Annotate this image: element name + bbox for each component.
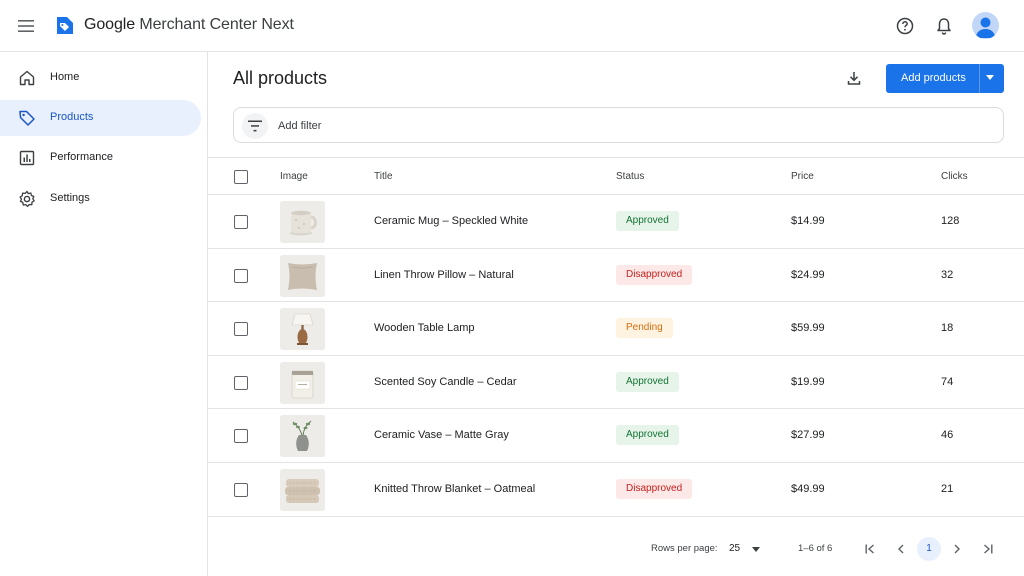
pagination-range: 1–6 of 6 [798,543,833,554]
product-price: $19.99 [791,375,825,388]
filter-icon[interactable] [242,113,268,139]
chevron-down-icon [752,547,760,552]
table-row[interactable]: Ceramic Mug – Speckled White Approved $1… [208,195,1024,249]
products-table: Image Title Status Price Clicks Ceramic … [208,157,1024,517]
status-badge: Approved [616,211,679,231]
sidebar-item-label: Settings [50,192,90,204]
product-image-blanket[interactable] [280,468,325,511]
product-clicks: 21 [941,482,954,495]
pagination-footer: Rows per page: 25 1–6 of 6 1 [208,526,1024,576]
product-price: $49.99 [791,482,825,495]
help-icon[interactable] [893,14,917,38]
product-title[interactable]: Scented Soy Candle – Cedar [374,376,516,388]
product-clicks: 32 [941,268,954,281]
rows-per-page-value: 25 [729,543,741,554]
product-price: $24.99 [791,268,825,281]
sidebar-item-products[interactable]: Products [0,100,201,136]
home-icon [17,68,37,88]
product-price: $14.99 [791,215,825,227]
gear-icon [17,189,37,209]
product-title[interactable]: Knitted Throw Blanket – Oatmeal [374,483,535,495]
last-page-icon[interactable] [977,538,999,560]
add-products-label: Add products [901,72,966,84]
page-title: All products [233,68,328,88]
tag-icon [17,108,37,128]
row-checkbox[interactable] [234,322,248,337]
rows-per-page-select[interactable]: 25 [729,540,769,558]
product-image-mug[interactable] [280,201,325,243]
status-badge: Disapproved [616,478,693,499]
status-badge: Disapproved [616,264,693,285]
chevron-down-icon[interactable] [986,75,994,80]
product-title[interactable]: Ceramic Mug – Speckled White [374,215,528,227]
row-checkbox[interactable] [234,215,248,229]
table-row[interactable]: Wooden Table Lamp Pending $59.99 18 [208,302,1024,356]
table-row[interactable]: Scented Soy Candle – Cedar Approved $19.… [208,356,1024,410]
column-header-status[interactable]: Status [616,171,644,182]
status-badge: Approved [616,371,679,392]
sidebar-item-performance[interactable]: Performance [0,140,201,176]
product-image-pillow[interactable] [280,254,325,297]
select-all-checkbox[interactable] [234,170,248,184]
column-header-image[interactable]: Image [280,171,308,182]
download-icon[interactable] [842,66,866,90]
table-row[interactable]: Linen Throw Pillow – Natural Disapproved… [208,249,1024,303]
current-page-button[interactable]: 1 [917,537,941,561]
product-clicks: 74 [941,375,954,388]
account-avatar[interactable] [972,12,999,39]
add-filter-label: Add filter [278,120,322,132]
sidebar-item-settings[interactable]: Settings [0,181,201,217]
next-page-icon[interactable] [946,538,968,560]
status-badge: Approved [616,425,679,446]
sidebar-item-label: Products [50,111,94,123]
top-app-bar: Google Merchant Center Next [0,0,1024,52]
menu-icon[interactable] [14,14,38,38]
first-page-icon[interactable] [859,538,881,560]
status-badge: Pending [616,318,673,339]
table-header: Image Title Status Price Clicks [208,157,1024,195]
table-row[interactable]: Knitted Throw Blanket – Oatmeal Disappro… [208,463,1024,517]
row-checkbox[interactable] [234,482,248,497]
rows-per-page-label: Rows per page: [651,543,718,554]
product-price: $27.99 [791,429,825,442]
product-image-candle[interactable] [280,361,325,404]
product-image-lamp[interactable] [280,308,325,351]
bar-chart-icon [17,148,37,168]
app-title: Google Merchant Center Next [84,16,294,33]
notifications-bell-icon[interactable] [932,14,956,38]
sidebar-item-label: Home [50,71,80,83]
product-title[interactable]: Wooden Table Lamp [374,322,475,334]
filter-bar[interactable]: Add filter [233,107,1004,143]
row-checkbox[interactable] [234,375,248,390]
merchant-center-logo-icon[interactable] [55,14,75,36]
product-clicks: 18 [941,322,954,335]
table-row[interactable]: Ceramic Vase – Matte Gray Approved $27.9… [208,409,1024,463]
column-header-title[interactable]: Title [374,171,393,182]
row-checkbox[interactable] [234,429,248,444]
button-divider [979,64,980,93]
previous-page-icon[interactable] [890,538,912,560]
add-products-button[interactable]: Add products [886,64,1004,93]
column-header-clicks[interactable]: Clicks [941,171,968,182]
product-clicks: 46 [941,429,954,442]
sidebar-item-home[interactable]: Home [0,60,201,96]
product-price: $59.99 [791,322,825,335]
product-title[interactable]: Ceramic Vase – Matte Gray [374,429,509,441]
sidebar-nav: Home Products Performance Settings [0,52,208,576]
product-image-vase[interactable] [280,415,325,458]
product-clicks: 128 [941,215,960,227]
sidebar-item-label: Performance [50,151,113,163]
product-title[interactable]: Linen Throw Pillow – Natural [374,269,514,281]
column-header-price[interactable]: Price [791,171,814,182]
row-checkbox[interactable] [234,268,248,283]
